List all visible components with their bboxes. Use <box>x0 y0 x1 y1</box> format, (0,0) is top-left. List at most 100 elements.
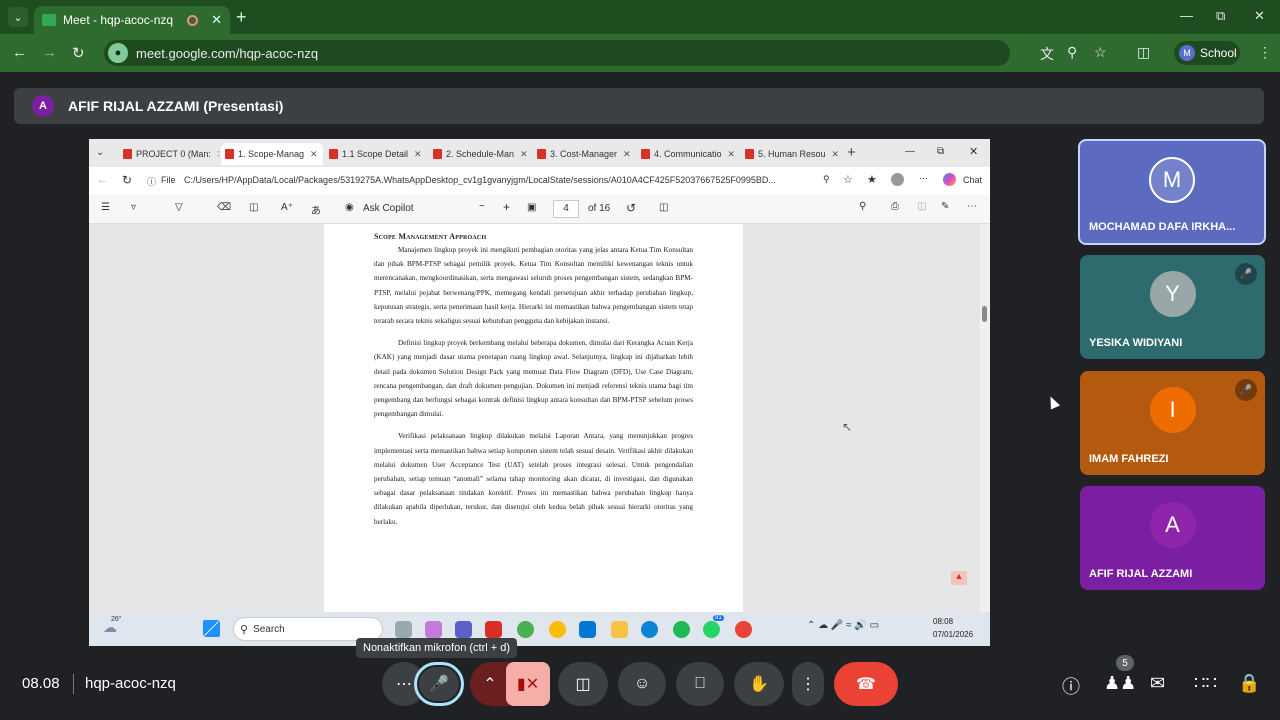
raise-hand-button[interactable]: ✋ <box>734 662 784 706</box>
taskbar-time: 08:08 <box>933 617 954 626</box>
pdf-icon <box>433 149 442 159</box>
url-text: meet.google.com/hqp-acoc-nzq <box>136 45 319 61</box>
mic-tooltip: Nonaktifkan mikrofon (ctrl + d) <box>356 638 518 658</box>
more-options-button[interactable]: ⋮ <box>792 662 824 706</box>
browser-menu-icon[interactable]: ⋮ <box>1258 44 1272 61</box>
tray-icons: ⌃ ☁ 🎤 ≈ 🔊 ▭ <box>807 620 880 631</box>
mic-off-icon: 🎤 <box>1235 263 1257 285</box>
presenter-avatar: A <box>32 95 54 117</box>
pdf-icon <box>641 149 650 159</box>
profile-label: School <box>1200 46 1237 60</box>
extensions-icon[interactable]: ◫ <box>1137 44 1150 61</box>
shared-browser-tab-bar: ⌄ PROJECT 0 (Man:✕ 1. Scope-Manag✕ 1.1 S… <box>89 139 990 167</box>
leave-call-button[interactable]: ☎ <box>834 662 898 706</box>
meet-icon <box>42 14 56 26</box>
shared-screen: ⌄ PROJECT 0 (Man:✕ 1. Scope-Manag✕ 1.1 S… <box>89 139 990 646</box>
print-icon: ⎙ <box>891 201 899 212</box>
whatsapp-icon <box>703 621 720 638</box>
find-icon: ⚲ <box>859 201 867 212</box>
shared-tab: 3. Cost-Manager ✕ <box>533 143 635 165</box>
people-icon[interactable]: ♟♟ <box>1104 673 1136 694</box>
chrome-icon <box>549 621 566 638</box>
tab-search-button[interactable]: ⌄ <box>8 7 28 27</box>
shared-favorite-icon: ☆ <box>843 174 853 186</box>
zoom-out-icon: − <box>479 201 485 212</box>
captions-button[interactable]: ⎕ <box>676 662 724 706</box>
shared-new-tab-icon: + <box>847 144 856 161</box>
tab-title: Meet - hqp-acoc-nzq <box>63 13 174 27</box>
profile-button[interactable]: M School <box>1174 41 1240 65</box>
teams-icon <box>455 621 472 638</box>
forward-button[interactable]: → <box>42 44 57 61</box>
save-as-icon: ✎ <box>941 201 950 212</box>
pdf-icon <box>329 149 338 159</box>
participant-tile[interactable]: I 🎤 IMAM FAHREZI <box>1080 371 1265 475</box>
shared-info-icon: ⓘ <box>147 177 157 187</box>
microphone-button[interactable]: 🎤 <box>414 662 464 706</box>
shared-tab: 5. Human Resou ✕ <box>741 143 843 165</box>
shared-tab-active: 1. Scope-Manag ✕ <box>221 143 323 165</box>
present-screen-button[interactable]: ◫ <box>558 662 608 706</box>
camera-off-icon: ▮✕ <box>516 676 540 693</box>
close-tab-icon[interactable]: ✕ <box>211 12 222 28</box>
pdf-stamp-icon: ▲ <box>951 571 967 585</box>
shared-reload-icon: ↻ <box>122 173 133 187</box>
pdf-icon <box>537 149 546 159</box>
participant-tile[interactable]: Y 🎤 YESIKA WIDIYANI <box>1080 255 1265 359</box>
erase-icon: ⌫ <box>217 202 232 213</box>
doc-paragraph: Definisi lingkup proyek berkembang melal… <box>374 339 693 419</box>
ask-copilot-label: Ask Copilot <box>363 203 414 214</box>
shared-minimize-icon: — <box>905 146 915 157</box>
translate-doc-icon: あ <box>311 206 321 217</box>
shared-close-icon: ✕ <box>969 146 979 158</box>
bookmark-star-icon[interactable]: ☆ <box>1094 44 1107 61</box>
back-button[interactable]: ← <box>12 44 27 61</box>
video-options-button[interactable]: ⌃ <box>470 662 510 706</box>
close-window-button[interactable]: ✕ <box>1254 8 1265 24</box>
shared-tab: PROJECT 0 (Man:✕ <box>119 143 219 165</box>
gmail-icon <box>485 621 502 638</box>
reload-button[interactable]: ↻ <box>72 44 85 62</box>
taskbar-search-icon: ⚲ <box>240 623 249 636</box>
minimize-button[interactable]: — <box>1180 8 1193 23</box>
shared-tab: 1.1 Scope Detail ✕ <box>325 143 427 165</box>
divider <box>73 674 74 694</box>
recording-icon <box>187 14 199 26</box>
participant-name: AFIF RIJAL AZZAMI <box>1089 568 1193 580</box>
rotate-icon: ↺ <box>626 201 637 215</box>
meeting-info-icon[interactable]: ⓘ <box>1062 673 1080 699</box>
shared-path: C:/Users/HP/AppData/Local/Packages/53192… <box>184 175 776 185</box>
presenter-label: AFIF RIJAL AZZAMI (Presentasi) <box>68 98 284 114</box>
emoji-icon: ☺ <box>633 675 651 692</box>
pdf-icon <box>225 149 234 159</box>
participant-tile[interactable]: M MOCHAMAD DAFA IRKHA... <box>1078 139 1266 245</box>
chevron-up-icon: ⌃ <box>483 676 497 693</box>
address-bar[interactable]: ● meet.google.com/hqp-acoc-nzq <box>104 40 1010 66</box>
reactions-button[interactable]: ☺ <box>618 662 666 706</box>
mic-in-use-icon[interactable]: ● <box>108 43 128 63</box>
translate-icon[interactable]: 文 <box>1040 44 1054 64</box>
page-total: of 16 <box>588 203 611 214</box>
doc-paragraph: Verifikasi pelaksanaan lingkup dilakukan… <box>374 432 693 526</box>
participant-tile[interactable]: A AFIF RIJAL AZZAMI <box>1080 486 1265 590</box>
chrome-profile-icon <box>735 621 752 638</box>
participant-avatar: A <box>1149 502 1196 548</box>
windows-taskbar: ☁ 26° ⚲ Search 91 ⌃ ☁ 🎤 ≈ 🔊 ▭ 08:08 07/0… <box>89 612 990 646</box>
shared-restore-icon: ⧉ <box>937 146 945 157</box>
shared-chat-label: Chat <box>963 175 983 185</box>
chat-icon[interactable]: ✉ <box>1150 673 1165 694</box>
zoom-in-icon: + <box>503 200 511 214</box>
browser-tab-meet[interactable]: Meet - hqp-acoc-nzq ✕ <box>34 6 230 34</box>
host-controls-icon[interactable]: 🔒 <box>1238 673 1260 694</box>
shared-back-icon: ← <box>97 174 108 186</box>
restore-button[interactable]: ⧉ <box>1216 8 1225 24</box>
zoom-icon[interactable]: ⚲ <box>1067 44 1077 61</box>
shared-mouse-cursor: ↖ <box>842 420 853 434</box>
new-tab-button[interactable]: + <box>236 7 247 28</box>
vscode-icon <box>579 621 596 638</box>
save-icon: ◫ <box>917 201 927 212</box>
meeting-code[interactable]: hqp-acoc-nzq <box>85 675 176 692</box>
activities-icon[interactable]: ∷∷ <box>1194 673 1217 694</box>
page-number-field: 4 <box>553 200 579 218</box>
camera-button[interactable]: ▮✕ <box>506 662 550 706</box>
